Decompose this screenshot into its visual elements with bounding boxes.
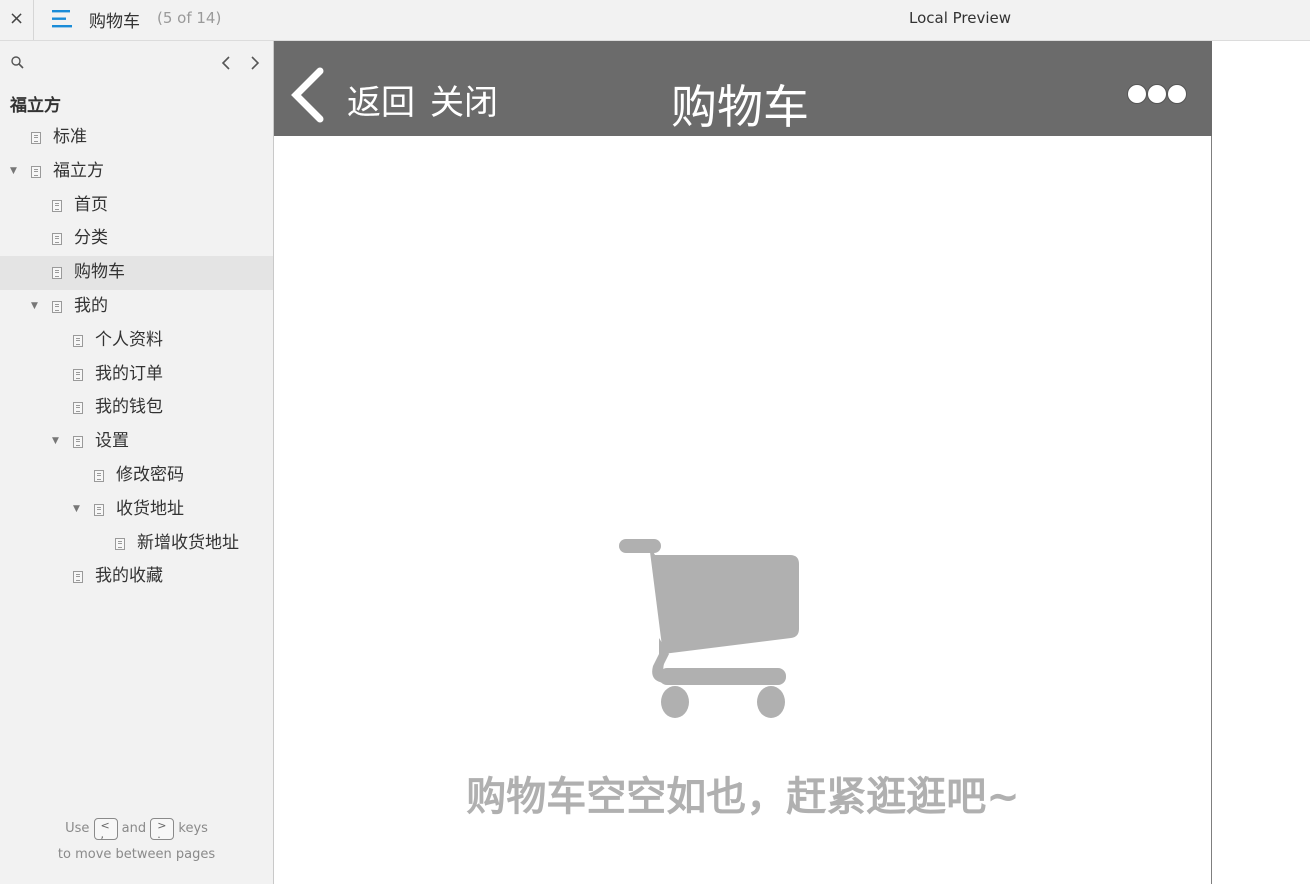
hint-line2: to move between pages xyxy=(57,847,216,862)
expand-toggle-icon[interactable]: ▼ xyxy=(31,290,41,323)
app-title: 购物车 xyxy=(671,80,809,134)
sidebar-item-label: 设置 xyxy=(95,431,129,452)
page-title: 购物车 xyxy=(89,12,140,32)
hint-and: and xyxy=(121,821,147,836)
prev-key-icon: <, xyxy=(93,817,118,840)
sidebar-item-label: 购物车 xyxy=(74,262,125,283)
sidebar-item-label: 分类 xyxy=(74,228,108,249)
sidebar-item[interactable]: ▼ 我的 xyxy=(0,290,273,324)
sidebar-item-label: 修改密码 xyxy=(116,464,184,485)
tree-root: 福立方 xyxy=(10,96,61,116)
sidebar-item-label: 标准 xyxy=(53,127,87,147)
close-button[interactable]: 关闭 xyxy=(430,75,498,124)
document-icon xyxy=(31,132,41,144)
sidebar-item-label: 我的钱包 xyxy=(95,397,163,418)
sidebar-item[interactable]: 我的钱包 xyxy=(0,391,273,425)
sidebar-item-label: 我的收藏 xyxy=(95,566,163,587)
sidebar-item-label: 首页 xyxy=(74,194,108,215)
shopping-cart-icon xyxy=(619,538,801,720)
hint-keys: keys xyxy=(178,821,208,836)
sidebar-item[interactable]: 个人资料 xyxy=(0,324,273,358)
sidebar-item-label: 个人资料 xyxy=(95,329,163,350)
chevron-left-icon[interactable] xyxy=(218,54,234,72)
sidebar-item[interactable]: ▼ 福立方 xyxy=(0,155,273,189)
search-icon[interactable] xyxy=(10,55,26,71)
sidebar-item[interactable]: ▼ 收货地址 xyxy=(0,493,273,527)
document-icon xyxy=(73,436,83,449)
document-icon xyxy=(115,537,125,550)
sidebar-item[interactable]: ▼ 设置 xyxy=(0,425,273,459)
sidebar: 福立方 标准 ▼ 福立方首页分类购物车 ▼ 我的个人资料我的订单我的钱包 ▼ 设置修改密码 ▼… xyxy=(0,41,274,884)
expand-toggle-icon[interactable]: ▼ xyxy=(10,155,20,188)
document-icon xyxy=(94,503,104,516)
sidebar-item[interactable]: 修改密码 xyxy=(0,459,273,493)
back-arrow-icon[interactable] xyxy=(288,67,328,123)
more-dots-icon[interactable] xyxy=(1126,82,1188,106)
keyboard-hint: Use <, and >. keys to move between pages xyxy=(0,816,273,868)
expand-toggle-icon[interactable]: ▼ xyxy=(52,425,62,458)
document-icon xyxy=(73,334,83,347)
close-preview-button[interactable]: × xyxy=(0,0,34,40)
chevron-right-icon[interactable] xyxy=(247,54,263,72)
document-icon xyxy=(52,267,62,280)
hint-use: Use xyxy=(65,821,90,836)
sidebar-item-label: 新增收货地址 xyxy=(137,532,239,553)
sidebar-item[interactable]: 购物车 xyxy=(0,256,273,290)
sidebar-item[interactable]: 分类 xyxy=(0,222,273,256)
sidebar-item-label: 福立方 xyxy=(53,160,104,181)
sidebar-item-label: 我的 xyxy=(74,295,108,316)
sidebar-item[interactable]: 标准 xyxy=(0,121,273,155)
menu-icon[interactable] xyxy=(52,9,74,29)
document-icon xyxy=(94,469,104,482)
sidebar-item-label: 我的订单 xyxy=(95,363,163,384)
document-icon xyxy=(52,199,62,212)
sidebar-item[interactable]: 我的订单 xyxy=(0,358,273,392)
page-count: (5 of 14) xyxy=(157,9,222,27)
next-key-icon: >. xyxy=(150,817,175,840)
document-icon xyxy=(31,165,41,178)
sidebar-item[interactable]: 我的收藏 xyxy=(0,560,273,594)
sidebar-item[interactable]: 首页 xyxy=(0,189,273,223)
document-icon xyxy=(52,233,62,246)
document-icon xyxy=(73,368,83,381)
empty-cart-message: 购物车空空如也，赶紧逛逛吧~ xyxy=(466,774,1020,820)
sidebar-item-label: 收货地址 xyxy=(116,498,184,519)
preview-area: 返回 关闭 购物车 购物车空空如也，赶紧逛逛吧~ xyxy=(274,41,1212,884)
close-icon: × xyxy=(8,8,25,29)
back-button[interactable]: 返回 xyxy=(347,75,415,124)
sidebar-item[interactable]: 新增收货地址 xyxy=(0,527,273,561)
document-icon xyxy=(52,300,62,313)
preview-label: Local Preview xyxy=(909,9,1012,27)
page-tree: 福立方 标准 ▼ 福立方首页分类购物车 ▼ 我的个人资料我的订单我的钱包 ▼ 设置修改密码 ▼… xyxy=(0,91,273,594)
expand-toggle-icon[interactable]: ▼ xyxy=(73,493,83,526)
top-bar: × 购物车 (5 of 14) Local Preview xyxy=(0,0,1310,41)
app-header: 返回 关闭 购物车 xyxy=(274,41,1212,136)
document-icon xyxy=(73,402,83,415)
document-icon xyxy=(73,571,83,584)
